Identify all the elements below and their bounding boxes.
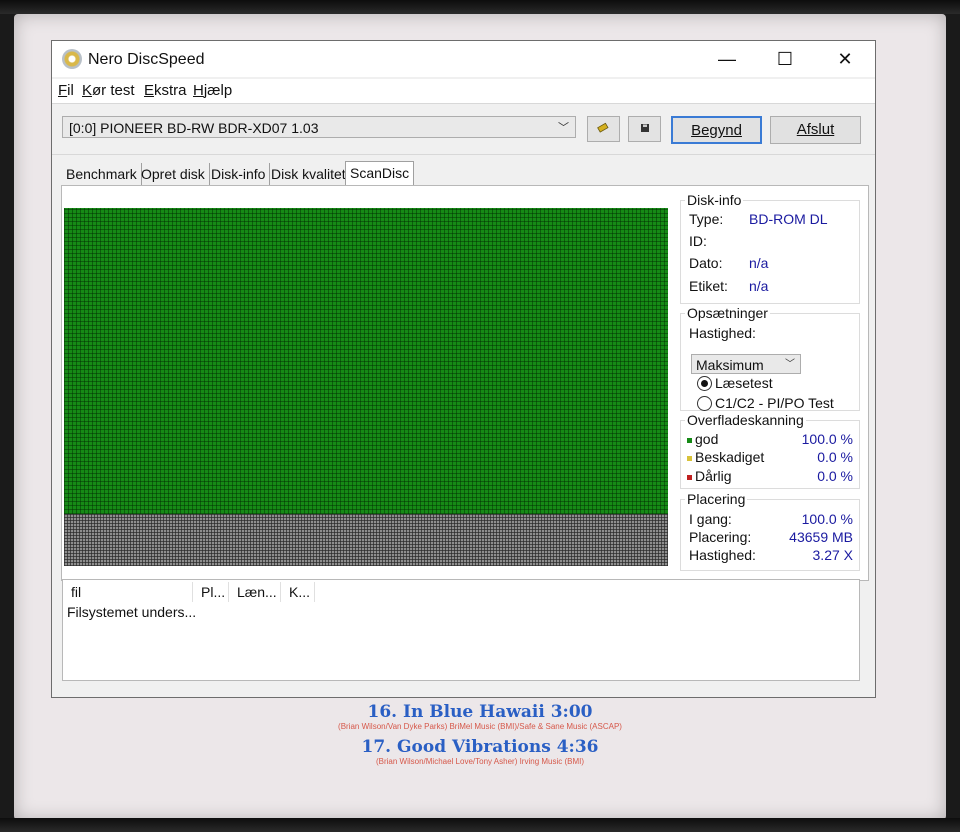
progress-label: I gang:	[689, 511, 732, 527]
bad-swatch	[687, 474, 692, 480]
etiket-value: n/a	[749, 278, 769, 294]
speed-select-value: Maksimum	[696, 357, 764, 373]
read-speed-value: 3.27 X	[812, 547, 853, 563]
settings-group: Opsætninger Hastighed: Maksimum ﹀ Læsete…	[680, 305, 860, 411]
bad-legend: Dårlig	[687, 468, 732, 484]
scan-map-unread-area	[64, 514, 668, 566]
tab-disk-info[interactable]: Disk-info	[207, 163, 271, 185]
read-test-label: Læsetest	[715, 375, 773, 391]
track-17-credit: (Brian Wilson/Michael Love/Tony Asher) I…	[375, 757, 585, 766]
column-header-k[interactable]: K...	[281, 582, 315, 602]
tab-benchmark[interactable]: Benchmark	[62, 163, 142, 185]
good-swatch	[687, 437, 692, 443]
settings-title: Opsætninger	[685, 305, 770, 321]
date-label: Dato:	[689, 255, 723, 271]
bad-value: 0.0 %	[817, 468, 853, 484]
drive-select-value: [0:0] PIONEER BD-RW BDR-XD07 1.03	[69, 120, 319, 136]
scan-map-good-area	[64, 208, 668, 514]
type-value: BD-ROM DL	[749, 211, 828, 227]
exit-button[interactable]: Afslut	[770, 116, 861, 144]
close-button[interactable]: ✕	[816, 41, 874, 77]
menu-fil[interactable]: Fil	[58, 82, 74, 99]
menu-hjaelp[interactable]: Hjælp	[193, 82, 232, 99]
type-label: Type:	[689, 211, 724, 227]
minimize-button[interactable]: —	[698, 41, 756, 77]
track-16-title: 16. In Blue Hawaii 3:00	[367, 702, 593, 722]
tab-disk-kvalitet[interactable]: Disk kvalitet	[267, 163, 351, 185]
good-label: god	[695, 431, 719, 447]
track-16-credit: (Brian Wilson/Van Dyke Parks) BriMel Mus…	[338, 722, 622, 731]
chevron-down-icon: ﹀	[785, 359, 795, 370]
damaged-legend: Beskadiget	[687, 449, 764, 465]
damaged-swatch	[687, 455, 692, 461]
scandisc-panel: Disk-info Type: BD-ROM DL ID: Dato: n/a …	[61, 185, 869, 581]
tab-scandisc[interactable]: ScanDisc	[345, 161, 415, 186]
drive-select[interactable]: [0:0] PIONEER BD-RW BDR-XD07 1.03 ﹀	[62, 116, 576, 138]
column-header-file[interactable]: fil	[63, 582, 193, 602]
id-label: ID:	[689, 233, 707, 249]
chevron-down-icon: ﹀	[558, 122, 569, 134]
read-test-radio[interactable]	[697, 376, 712, 391]
surface-scan-group: Overfladeskanning god 100.0 % Beskadiget…	[680, 412, 860, 489]
disk-info-group: Disk-info Type: BD-ROM DL ID: Dato: n/a …	[680, 192, 860, 304]
speed-select[interactable]: Maksimum ﹀	[691, 354, 801, 374]
maximize-button[interactable]: ☐	[756, 41, 814, 77]
speed-setting-label: Hastighed:	[689, 325, 756, 341]
tab-opret-disk[interactable]: Opret disk	[137, 163, 210, 185]
c1c2-test-label: C1/C2 - PI/PO Test	[715, 395, 834, 411]
disk-info-title: Disk-info	[685, 192, 744, 208]
drive-info-icon[interactable]	[587, 116, 620, 142]
surface-scan-title: Overfladeskanning	[685, 412, 806, 428]
etiket-label: Etiket:	[689, 278, 728, 294]
discspeed-window: Nero DiscSpeed — ☐ ✕ Fil Kør test Ekstra…	[51, 40, 876, 698]
c1c2-test-radio[interactable]	[697, 396, 712, 411]
damaged-value: 0.0 %	[817, 449, 853, 465]
good-value: 100.0 %	[801, 431, 853, 447]
title-bar[interactable]: Nero DiscSpeed — ☐ ✕	[52, 41, 875, 77]
read-speed-label: Hastighed:	[689, 547, 756, 563]
cd-case-top-edge	[0, 0, 960, 14]
file-list[interactable]: fil Pl... Læn... K... Filsystemet unders…	[62, 579, 860, 681]
menu-kor-test[interactable]: Kør test	[82, 82, 135, 99]
menu-bar: Fil Kør test Ekstra Hjælp	[52, 79, 875, 103]
cd-case-bottom-edge	[0, 818, 960, 832]
surface-scan-map	[64, 208, 668, 566]
date-value: n/a	[749, 255, 769, 271]
nero-disc-icon	[62, 49, 82, 69]
location-value: 43659 MB	[789, 529, 853, 545]
position-group: Placering I gang: 100.0 % Placering: 436…	[680, 491, 860, 571]
position-title: Placering	[685, 491, 748, 507]
column-header-place[interactable]: Pl...	[193, 582, 229, 602]
save-icon[interactable]	[628, 116, 661, 142]
progress-value: 100.0 %	[801, 511, 853, 527]
bad-label: Dårlig	[695, 468, 732, 484]
menu-ekstra[interactable]: Ekstra	[144, 82, 187, 99]
file-list-status: Filsystemet unders...	[67, 604, 197, 620]
damaged-label: Beskadiget	[695, 449, 765, 465]
column-header-length[interactable]: Læn...	[229, 582, 281, 602]
start-button[interactable]: Begynd	[671, 116, 762, 144]
location-label: Placering:	[689, 529, 752, 545]
track-17-title: 17. Good Vibrations 4:36	[361, 737, 599, 757]
window-title: Nero DiscSpeed	[88, 51, 205, 68]
toolbar: [0:0] PIONEER BD-RW BDR-XD07 1.03 ﹀ Begy…	[52, 103, 875, 155]
good-legend: god	[687, 431, 718, 447]
